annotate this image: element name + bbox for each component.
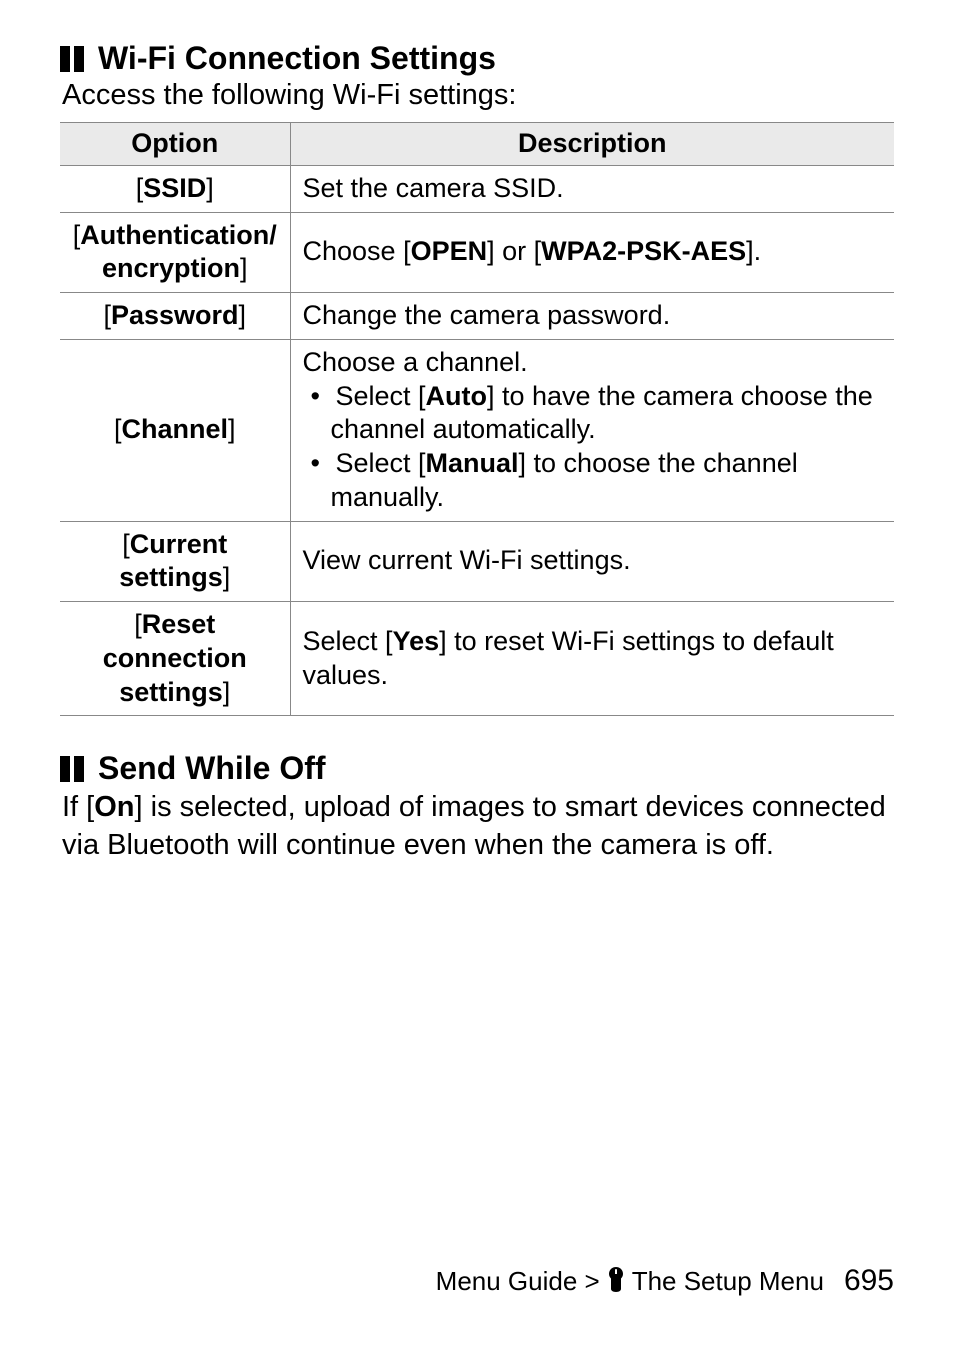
bracket-open: [	[103, 300, 111, 330]
desc-cell: Set the camera SSID.	[290, 165, 894, 212]
desc-cell: View current Wi-Fi settings.	[290, 521, 894, 602]
body-before: If [	[62, 791, 94, 823]
option-cell: [Password]	[60, 293, 290, 340]
desc-text: Change the camera password.	[303, 300, 671, 330]
desc-cell: Change the camera password.	[290, 293, 894, 340]
option-cell: [Authentication/ encryption]	[60, 212, 290, 293]
option-cell: [Current settings]	[60, 521, 290, 602]
table-row: [Reset connection settings] Select [Yes]…	[60, 602, 894, 716]
bullet-bold: Auto	[426, 381, 487, 411]
page-number: 695	[844, 1264, 894, 1298]
th-description: Description	[290, 123, 894, 166]
body-bold: On	[94, 791, 134, 823]
bracket-close: ]	[228, 414, 236, 444]
desc-before: Select [	[303, 626, 393, 656]
desc-before: Choose [	[303, 236, 411, 266]
section-title-wifi: Wi-Fi Connection Settings	[98, 40, 496, 77]
option-cell: [SSID]	[60, 165, 290, 212]
desc-bold1: Yes	[393, 626, 440, 656]
desc-lead: Choose a channel.	[303, 346, 883, 380]
list-item: Select [Manual] to choose the channel ma…	[303, 447, 883, 515]
breadcrumb: Menu Guide > The Setup Menu	[436, 1266, 824, 1299]
section-subtitle-wifi: Access the following Wi-Fi settings:	[62, 79, 894, 112]
bullet-pre: Select [	[335, 381, 425, 411]
option-cell: [Reset connection settings]	[60, 602, 290, 716]
desc-cell: Select [Yes] to reset Wi-Fi settings to …	[290, 602, 894, 716]
table-row: [Authentication/ encryption] Choose [OPE…	[60, 212, 894, 293]
bracket-open: [	[134, 609, 142, 639]
bullet-bold: Manual	[426, 448, 519, 478]
option-label: Channel	[121, 414, 228, 444]
table-row: [Channel] Choose a channel. Select [Auto…	[60, 339, 894, 521]
wrench-icon	[607, 1266, 625, 1299]
bracket-close: ]	[239, 300, 247, 330]
double-bar-icon	[60, 46, 84, 72]
list-item: Select [Auto] to have the camera choose …	[303, 380, 883, 448]
section-heading-send: Send While Off	[60, 750, 894, 787]
bracket-close: ]	[223, 562, 231, 592]
desc-bold2: WPA2-PSK-AES	[541, 236, 746, 266]
breadcrumb-before: Menu Guide >	[436, 1266, 607, 1296]
section-title-send: Send While Off	[98, 750, 326, 787]
desc-mid: ] or [	[487, 236, 541, 266]
table-header-row: Option Description	[60, 123, 894, 166]
bullet-pre: Select [	[335, 448, 425, 478]
bracket-open: [	[122, 529, 130, 559]
option-label: Current settings	[119, 529, 227, 593]
section-heading-wifi: Wi-Fi Connection Settings	[60, 40, 894, 77]
spacer	[60, 716, 894, 750]
wifi-settings-table: Option Description [SSID] Set the camera…	[60, 122, 894, 716]
page: Wi-Fi Connection Settings Access the fol…	[0, 0, 954, 1345]
footer: Menu Guide > The Setup Menu 695	[436, 1264, 894, 1299]
bracket-close: ]	[240, 253, 248, 283]
table-row: [SSID] Set the camera SSID.	[60, 165, 894, 212]
double-bar-icon	[60, 756, 84, 782]
table-row: [Password] Change the camera password.	[60, 293, 894, 340]
desc-after: ].	[746, 236, 761, 266]
section-body-send: If [On] is selected, upload of images to…	[62, 789, 894, 864]
option-label: Password	[111, 300, 239, 330]
desc-cell: Choose [OPEN] or [WPA2-PSK-AES].	[290, 212, 894, 293]
desc-text: View current Wi-Fi settings.	[303, 545, 631, 575]
breadcrumb-after: The Setup Menu	[625, 1266, 824, 1296]
desc-bullets: Select [Auto] to have the camera choose …	[303, 380, 883, 515]
option-label: SSID	[143, 173, 206, 203]
desc-text: Set the camera SSID.	[303, 173, 564, 203]
th-option: Option	[60, 123, 290, 166]
bracket-close: ]	[206, 173, 214, 203]
table-row: [Current settings] View current Wi-Fi se…	[60, 521, 894, 602]
body-after: ] is selected, upload of images to smart…	[62, 791, 886, 861]
desc-bold1: OPEN	[411, 236, 488, 266]
option-cell: [Channel]	[60, 339, 290, 521]
bracket-close: ]	[223, 677, 231, 707]
desc-cell: Choose a channel. Select [Auto] to have …	[290, 339, 894, 521]
